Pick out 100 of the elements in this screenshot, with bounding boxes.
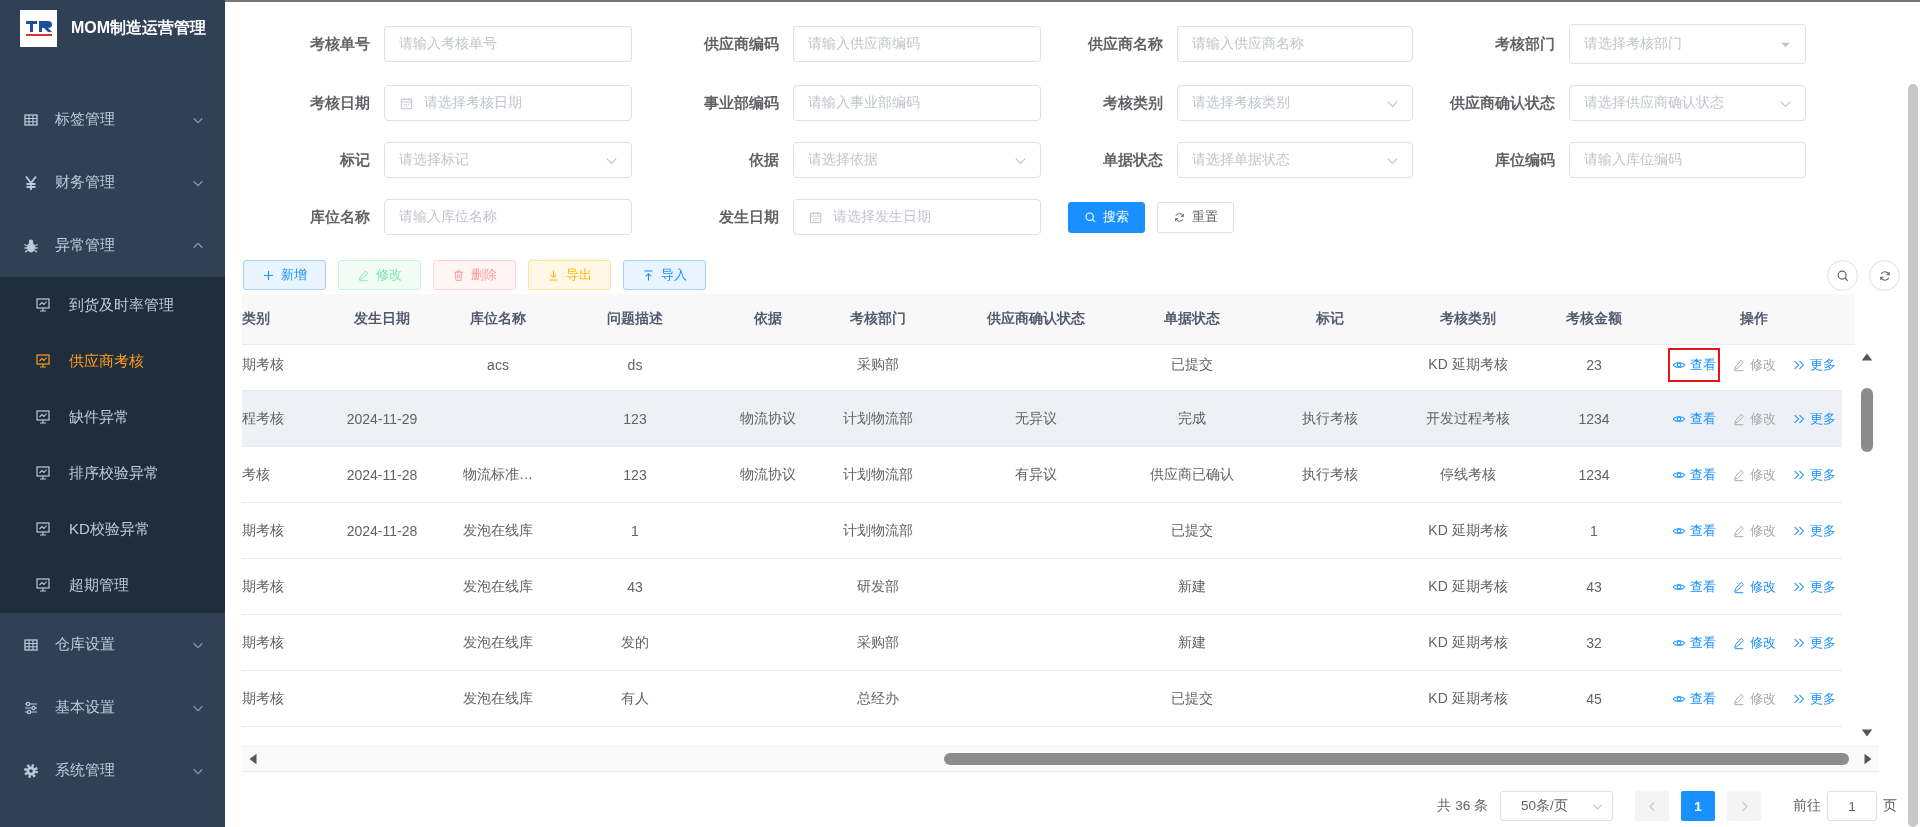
- table-cell-text: 发泡在线库: [462, 689, 534, 708]
- view-link[interactable]: 查看: [1669, 573, 1719, 600]
- menu-item[interactable]: 财务管理: [0, 151, 225, 214]
- date-picker[interactable]: 请选择发生日期: [793, 199, 1041, 235]
- more-link[interactable]: 更多: [1789, 405, 1839, 432]
- input-field[interactable]: 请输入考核单号: [384, 26, 632, 62]
- table-cell-text: 123: [622, 410, 648, 427]
- refresh-icon: [1877, 268, 1892, 283]
- table-cell-text: 完成: [1177, 409, 1207, 428]
- reset-button[interactable]: 重置: [1157, 201, 1234, 233]
- more-link[interactable]: 更多: [1789, 461, 1839, 488]
- submenu-item[interactable]: 缺件异常: [0, 389, 225, 445]
- page-input[interactable]: 1: [1827, 791, 1877, 821]
- select-field[interactable]: 请选择考核部门: [1569, 24, 1806, 64]
- view-link[interactable]: 查看: [1669, 461, 1719, 488]
- add-button[interactable]: 新增: [243, 260, 326, 290]
- table-cell-text: KD 延期考核: [1427, 633, 1509, 652]
- bug-icon: [23, 237, 39, 254]
- select-field[interactable]: 请选择标记: [384, 142, 632, 178]
- more-link[interactable]: 更多: [1789, 573, 1839, 600]
- view-link[interactable]: 查看: [1668, 347, 1720, 382]
- input-field[interactable]: 请输入供应商编码: [793, 26, 1041, 62]
- more-link[interactable]: 更多: [1789, 351, 1839, 378]
- field-label: 供应商编码: [704, 35, 779, 52]
- app-title: MOM制造运营管理: [71, 18, 207, 38]
- edit-link[interactable]: 修改: [1729, 629, 1779, 656]
- view-link[interactable]: 查看: [1669, 629, 1719, 656]
- input-field[interactable]: 请输入库位编码: [1569, 142, 1806, 178]
- menu-item[interactable]: 异常管理: [0, 214, 225, 277]
- menu-item[interactable]: 标签管理: [0, 88, 225, 151]
- date-picker[interactable]: 请选择考核日期: [384, 85, 632, 121]
- search-button[interactable]: [1827, 260, 1858, 291]
- input-field[interactable]: 请输入库位名称: [384, 199, 632, 235]
- table-cell-text: KD 延期考核: [1427, 521, 1509, 540]
- view-link[interactable]: 查看: [1669, 517, 1719, 544]
- table-cell-text: ds: [626, 356, 644, 373]
- table-cell-text: 执行考核: [1301, 409, 1359, 428]
- monitor-icon: [35, 297, 51, 313]
- field-label: 发生日期: [719, 208, 779, 225]
- import-button[interactable]: 导入: [623, 260, 706, 290]
- monitor-icon: [35, 465, 51, 481]
- scrollbar[interactable]: [1908, 84, 1918, 827]
- yen-icon: [23, 174, 39, 191]
- menu-item[interactable]: 仓库设置: [0, 613, 225, 676]
- submenu-item[interactable]: 供应商考核: [0, 333, 225, 389]
- submenu-item[interactable]: 超期管理: [0, 557, 225, 613]
- monitor-icon: [35, 521, 51, 537]
- view-link[interactable]: 查看: [1669, 405, 1719, 432]
- table-cell-text: 停线考核: [1439, 465, 1497, 484]
- table-cell-text: 计划物流部: [842, 409, 914, 428]
- view-link[interactable]: 查看: [1669, 685, 1719, 712]
- table-cell-text: 23: [1585, 356, 1603, 373]
- column-header: 考核部门: [849, 310, 907, 328]
- table-cell-text: 发泡在线库: [462, 633, 534, 652]
- table-cell-text: 1: [1589, 522, 1599, 539]
- monitor-icon: [35, 409, 51, 425]
- select-field[interactable]: 请选择考核类别: [1177, 85, 1413, 121]
- more-link[interactable]: 更多: [1789, 629, 1839, 656]
- search-button[interactable]: 搜索: [1068, 201, 1145, 233]
- table-row[interactable]: 期考核 发泡在线库 发的 采购部 新建 KD 延期考核 32 查看 修改 更多: [242, 615, 1842, 671]
- table-row[interactable]: 期考核 发泡在线库 43 研发部 新建 KD 延期考核 43 查看 修改 更多: [242, 559, 1842, 615]
- page-button[interactable]: 1: [1681, 791, 1715, 821]
- search-icon: [1084, 210, 1097, 224]
- submenu-item[interactable]: 到货及时率管理: [0, 277, 225, 333]
- table-cell-text: acs: [486, 356, 510, 373]
- select-field[interactable]: 请选择供应商确认状态: [1569, 85, 1806, 121]
- table-cell-text: 已提交: [1170, 689, 1214, 708]
- edit-link[interactable]: 修改: [1729, 573, 1779, 600]
- more-link[interactable]: 更多: [1789, 517, 1839, 544]
- table-cell-text: KD 延期考核: [1427, 355, 1509, 374]
- monitor-icon: [35, 577, 51, 593]
- table-cell-text: 程考核: [242, 409, 285, 428]
- table-cell-text: KD 延期考核: [1427, 577, 1509, 596]
- input-field[interactable]: 请输入供应商名称: [1177, 26, 1413, 62]
- field-label: 依据: [749, 151, 779, 168]
- field-label: 事业部编码: [704, 94, 779, 111]
- table-cell-text: KD 延期考核: [1427, 689, 1509, 708]
- table-cell-text: 供应商已确认: [1149, 465, 1235, 484]
- select-field[interactable]: 请选择依据: [793, 142, 1041, 178]
- menu-item[interactable]: 基本设置: [0, 676, 225, 739]
- input-field[interactable]: 请输入事业部编码: [793, 85, 1041, 121]
- column-header: 类别: [242, 310, 271, 328]
- page-size-select[interactable]: 50条/页: [1500, 791, 1613, 821]
- table-cell-text: 45: [1585, 690, 1603, 707]
- logo-icon: [20, 10, 57, 47]
- table-cell-text: 1234: [1577, 466, 1611, 483]
- table-cell-text: 期考核: [242, 689, 285, 708]
- refresh-button[interactable]: [1869, 260, 1900, 291]
- submenu-item[interactable]: 排序校验异常: [0, 445, 225, 501]
- search-icon: [1835, 268, 1850, 283]
- more-link[interactable]: 更多: [1789, 685, 1839, 712]
- field-label: 考核部门: [1495, 35, 1555, 52]
- sliders-icon: [23, 699, 39, 716]
- page-label: 页: [1883, 797, 1897, 815]
- scrollbar-thumb[interactable]: [944, 753, 1849, 765]
- select-field[interactable]: 请选择单据状态: [1177, 142, 1413, 178]
- pencil-icon: [1732, 523, 1746, 538]
- submenu-item[interactable]: KD校验异常: [0, 501, 225, 557]
- menu-item[interactable]: 系统管理: [0, 739, 225, 802]
- scrollbar-thumb[interactable]: [1861, 388, 1873, 452]
